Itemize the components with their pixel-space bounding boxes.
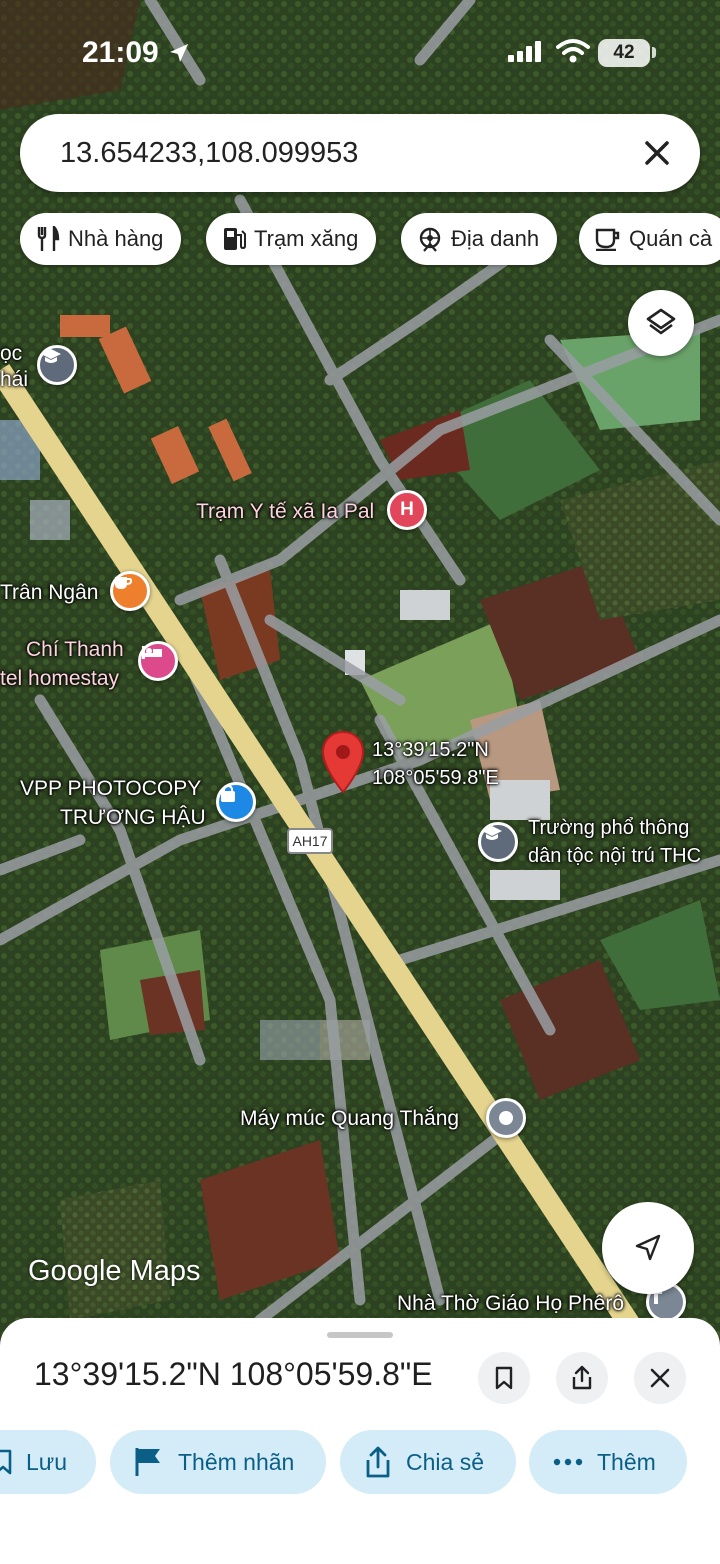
category-chips: Nhà hàng Trạm xăng Địa danh Quán cà bbox=[20, 213, 720, 265]
poi-label-homestay[interactable]: Chí Thanh bbox=[26, 637, 124, 663]
share-icon bbox=[572, 1365, 592, 1390]
poi-label-excavator[interactable]: Máy múc Quang Thắng bbox=[240, 1106, 459, 1132]
coffee-icon[interactable] bbox=[110, 571, 150, 611]
layers-icon bbox=[646, 308, 676, 335]
search-input[interactable]: 13.654233,108.099953 bbox=[60, 137, 358, 170]
bed-icon[interactable] bbox=[138, 641, 178, 681]
coffee-icon bbox=[595, 228, 620, 251]
status-bar: 21:09 42 bbox=[0, 0, 720, 106]
bookmark-icon bbox=[0, 1449, 12, 1475]
clock: 21:09 bbox=[82, 36, 159, 69]
chip-label: Trạm xăng bbox=[254, 226, 359, 251]
chip-label: Quán cà bbox=[629, 226, 713, 251]
wifi-icon bbox=[556, 39, 590, 63]
pin-coordinate-label-2: 108°05'59.8"E bbox=[372, 767, 499, 789]
my-location-button[interactable] bbox=[602, 1202, 694, 1294]
layers-button[interactable] bbox=[628, 290, 694, 356]
poi-label-school-left[interactable]: ọc bbox=[0, 341, 22, 367]
place-bottom-sheet[interactable]: 13°39'15.2"N 108°05'59.8"E Lưu Thêm nhãn… bbox=[0, 1318, 720, 1564]
share-round-button[interactable] bbox=[556, 1352, 608, 1404]
gas-station-icon bbox=[224, 228, 246, 250]
action-label: Chia sẻ bbox=[406, 1448, 484, 1475]
fork-knife-icon bbox=[37, 226, 60, 251]
chip-cafes[interactable]: Quán cà bbox=[579, 213, 720, 265]
pin-coordinate-label: 13°39'15.2"N bbox=[372, 739, 489, 761]
road-shield: AH17 bbox=[287, 828, 333, 854]
action-label: Thêm nhãn bbox=[178, 1448, 295, 1475]
battery-indicator: 42 bbox=[598, 39, 650, 67]
share-icon bbox=[366, 1446, 390, 1478]
poi-label-photocopy[interactable]: VPP PHOTOCOPY bbox=[20, 776, 201, 802]
landmark-icon bbox=[419, 227, 441, 252]
battery-tip bbox=[652, 47, 656, 58]
close-sheet-button[interactable] bbox=[634, 1352, 686, 1404]
chip-restaurants[interactable]: Nhà hàng bbox=[20, 213, 182, 265]
close-icon[interactable] bbox=[638, 134, 676, 172]
hospital-icon[interactable]: H bbox=[387, 490, 427, 530]
school-icon[interactable] bbox=[37, 345, 77, 385]
google-maps-attribution: Google Maps bbox=[28, 1255, 201, 1287]
pin-dot-icon[interactable] bbox=[486, 1098, 526, 1138]
poi-label-homestay-2[interactable]: tel homestay bbox=[0, 666, 119, 692]
poi-label-school-left-2[interactable]: hái bbox=[0, 367, 28, 393]
more-dots-icon bbox=[553, 1458, 583, 1466]
add-label-button[interactable]: Thêm nhãn bbox=[110, 1430, 326, 1494]
maps-app: ọc hái Trạm Y tế xã Ia Pal H Trân Ngân C… bbox=[0, 0, 720, 1564]
chip-landmarks[interactable]: Địa danh bbox=[401, 213, 558, 265]
shopping-bag-icon[interactable] bbox=[216, 782, 256, 822]
poi-label-boarding-school-2[interactable]: dân tộc nội trú THC bbox=[528, 843, 701, 869]
place-title: 13°39'15.2"N 108°05'59.8"E bbox=[34, 1356, 433, 1392]
poi-label-boarding-school[interactable]: Trường phổ thông bbox=[528, 815, 689, 841]
poi-label-health-station[interactable]: Trạm Y tế xã Ia Pal bbox=[196, 499, 374, 525]
action-label: Thêm bbox=[597, 1448, 656, 1475]
cellular-signal-icon bbox=[508, 41, 541, 62]
share-action-button[interactable]: Chia sẻ bbox=[340, 1430, 516, 1494]
more-action-button[interactable]: Thêm bbox=[529, 1430, 687, 1494]
navigation-arrow-icon bbox=[635, 1234, 661, 1261]
location-arrow-icon bbox=[170, 44, 188, 62]
flag-icon bbox=[135, 1448, 160, 1476]
save-action-button[interactable]: Lưu bbox=[0, 1430, 96, 1494]
chip-label: Nhà hàng bbox=[68, 226, 164, 251]
poi-label-photocopy-2[interactable]: TRƯƠNG HẬU bbox=[60, 805, 206, 831]
search-bar[interactable]: 13.654233,108.099953 bbox=[20, 114, 700, 192]
close-icon bbox=[650, 1368, 670, 1388]
poi-label-church[interactable]: Nhà Thờ Giáo Họ Phêrô bbox=[397, 1291, 624, 1317]
poi-label-cafe[interactable]: Trân Ngân bbox=[0, 580, 98, 606]
chip-gas-stations[interactable]: Trạm xăng bbox=[206, 213, 377, 265]
save-round-button[interactable] bbox=[478, 1352, 530, 1404]
chip-label: Địa danh bbox=[451, 226, 540, 251]
satellite-map[interactable]: ọc hái Trạm Y tế xã Ia Pal H Trân Ngân C… bbox=[0, 0, 720, 1340]
action-label: Lưu bbox=[26, 1448, 67, 1475]
bookmark-icon bbox=[495, 1366, 513, 1390]
school-icon[interactable] bbox=[478, 822, 518, 862]
sheet-drag-handle[interactable] bbox=[327, 1332, 393, 1338]
